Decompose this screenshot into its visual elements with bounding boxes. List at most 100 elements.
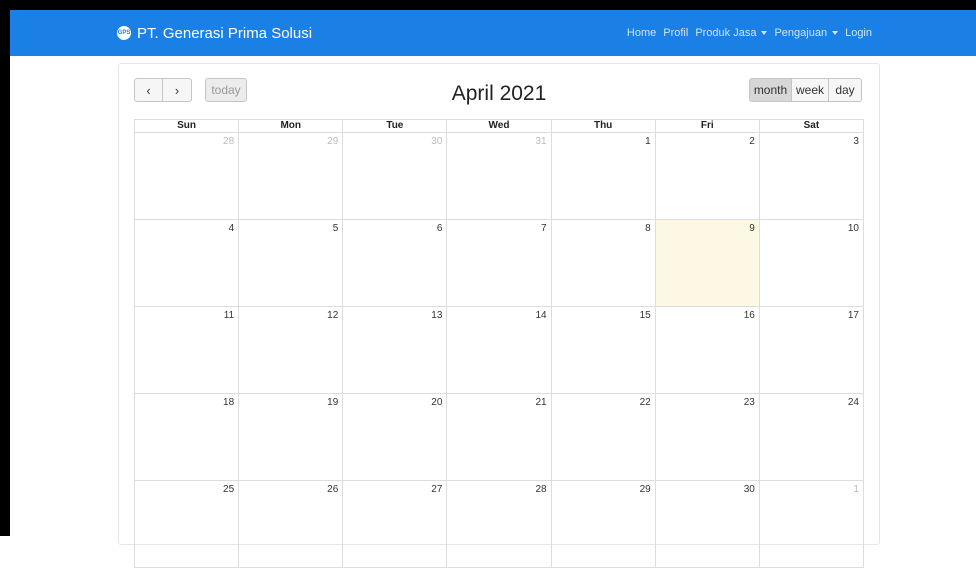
view-month-button[interactable]: month <box>749 78 792 102</box>
weekday-header: Sun Mon Tue Wed Thu Fri Sat <box>134 119 864 133</box>
day-cell[interactable]: 1 <box>758 481 864 568</box>
day-cell-today[interactable]: 9 <box>654 220 759 307</box>
day-number: 10 <box>847 223 859 234</box>
day-number: 13 <box>431 310 443 321</box>
day-cell[interactable]: 28 <box>446 481 551 568</box>
day-number: 15 <box>639 310 651 321</box>
day-cell[interactable]: 11 <box>134 307 239 394</box>
day-number: 21 <box>535 397 547 408</box>
day-number: 12 <box>327 310 339 321</box>
day-cell[interactable]: 14 <box>446 307 551 394</box>
day-cell[interactable]: 20 <box>342 394 447 481</box>
nav-pengajuan[interactable]: Pengajuan <box>774 27 839 39</box>
day-cell[interactable]: 8 <box>550 220 655 307</box>
day-cell[interactable]: 27 <box>342 481 447 568</box>
day-number: 3 <box>853 136 859 147</box>
day-number: 2 <box>749 136 755 147</box>
day-number: 4 <box>228 223 235 234</box>
day-number: 29 <box>327 136 339 147</box>
day-number: 14 <box>535 310 547 321</box>
week-row: 28 29 30 31 1 2 3 <box>134 133 864 220</box>
weekday-mon: Mon <box>238 120 342 132</box>
day-number: 1 <box>645 136 651 147</box>
day-number: 18 <box>223 397 235 408</box>
view-week-button[interactable]: week <box>791 78 829 102</box>
window-frame-top <box>0 0 976 10</box>
caret-down-icon <box>832 31 839 35</box>
day-cell[interactable]: 18 <box>134 394 239 481</box>
nav-produk-jasa-label: Produk Jasa <box>695 27 757 39</box>
brand-logo-icon: GPS <box>117 26 131 40</box>
nav-menu: Home Profil Produk Jasa Pengajuan Login <box>620 10 872 56</box>
day-cell[interactable]: 3 <box>758 133 864 220</box>
caret-down-icon <box>761 31 768 35</box>
day-cell[interactable]: 31 <box>446 133 551 220</box>
weekday-sat: Sat <box>758 120 863 132</box>
weekday-thu: Thu <box>550 120 655 132</box>
day-cell[interactable]: 22 <box>550 394 655 481</box>
day-cell[interactable]: 5 <box>238 220 343 307</box>
day-number: 1 <box>853 484 859 495</box>
day-cell[interactable]: 7 <box>446 220 551 307</box>
navbar: GPS PT. Generasi Prima Solusi Home Profi… <box>10 10 976 56</box>
day-cell[interactable]: 21 <box>446 394 551 481</box>
day-cell[interactable]: 24 <box>758 394 864 481</box>
day-number: 9 <box>749 223 755 234</box>
view-day-button[interactable]: day <box>828 78 862 102</box>
day-cell[interactable]: 2 <box>654 133 759 220</box>
day-cell[interactable]: 1 <box>550 133 655 220</box>
day-cell[interactable]: 29 <box>238 133 343 220</box>
day-cell[interactable]: 25 <box>134 481 239 568</box>
brand[interactable]: GPS PT. Generasi Prima Solusi <box>117 10 312 56</box>
day-cell[interactable]: 17 <box>758 307 864 394</box>
day-number: 25 <box>223 484 235 495</box>
day-cell[interactable]: 30 <box>342 133 447 220</box>
calendar-panel: ‹ › today April 2021 month week day Sun … <box>118 63 880 568</box>
day-number: 30 <box>431 136 443 147</box>
day-number: 6 <box>436 223 443 234</box>
calendar-grid: Sun Mon Tue Wed Thu Fri Sat 28 29 30 31 … <box>134 119 864 568</box>
day-cell[interactable]: 15 <box>550 307 655 394</box>
day-number: 26 <box>327 484 339 495</box>
day-cell[interactable]: 28 <box>134 133 239 220</box>
day-number: 31 <box>535 136 547 147</box>
weekday-tue: Tue <box>342 120 446 132</box>
view-button-group: month week day <box>749 78 862 102</box>
day-number: 30 <box>743 484 755 495</box>
week-row: 25 26 27 28 29 30 1 <box>134 481 864 568</box>
nav-home[interactable]: Home <box>627 27 656 39</box>
nav-produk-jasa[interactable]: Produk Jasa <box>695 27 768 39</box>
day-number: 19 <box>327 397 339 408</box>
day-cell[interactable]: 12 <box>238 307 343 394</box>
nav-profil[interactable]: Profil <box>663 27 688 39</box>
day-cell[interactable]: 16 <box>654 307 759 394</box>
day-cell[interactable]: 26 <box>238 481 343 568</box>
day-number: 17 <box>847 310 859 321</box>
day-number: 29 <box>639 484 651 495</box>
day-cell[interactable]: 29 <box>550 481 655 568</box>
day-number: 20 <box>431 397 443 408</box>
day-cell[interactable]: 30 <box>654 481 759 568</box>
nav-login[interactable]: Login <box>845 27 872 39</box>
day-number: 27 <box>431 484 443 495</box>
day-number: 16 <box>743 310 755 321</box>
day-number: 23 <box>743 397 755 408</box>
day-number: 5 <box>332 223 339 234</box>
weekday-wed: Wed <box>446 120 550 132</box>
day-cell[interactable]: 13 <box>342 307 447 394</box>
week-row: 4 5 6 7 8 9 10 <box>134 220 864 307</box>
day-number: 7 <box>541 223 547 234</box>
window-frame-left <box>0 0 10 536</box>
day-cell[interactable]: 4 <box>134 220 239 307</box>
day-cell[interactable]: 6 <box>342 220 447 307</box>
day-cell[interactable]: 19 <box>238 394 343 481</box>
day-number: 22 <box>639 397 651 408</box>
week-row: 18 19 20 21 22 23 24 <box>134 394 864 481</box>
day-cell[interactable]: 23 <box>654 394 759 481</box>
day-number: 28 <box>223 136 235 147</box>
nav-pengajuan-label: Pengajuan <box>774 27 828 39</box>
day-number: 11 <box>223 310 235 321</box>
day-cell[interactable]: 10 <box>758 220 864 307</box>
day-number: 24 <box>847 397 859 408</box>
day-number: 28 <box>535 484 547 495</box>
